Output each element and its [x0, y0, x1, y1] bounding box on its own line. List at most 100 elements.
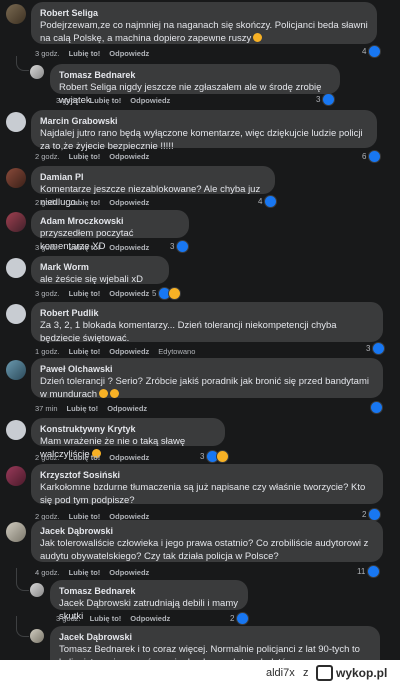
- like-reaction-icon: [264, 195, 278, 208]
- comment-author[interactable]: Adam Mroczkowski: [40, 215, 180, 227]
- haha-reaction-icon: [216, 450, 230, 463]
- comment-text: ale żeście się wjebali xD: [40, 274, 143, 285]
- timestamp[interactable]: 3 godz.: [56, 614, 81, 623]
- avatar[interactable]: [6, 4, 26, 24]
- like-reaction-icon: [368, 45, 382, 58]
- comment-text: Karkołomne bzdurne tłumaczenia są już na…: [40, 482, 366, 506]
- avatar[interactable]: [30, 583, 44, 597]
- comment: Robert Seliga Podejrzewam,ze co najmniej…: [0, 0, 400, 64]
- timestamp[interactable]: 3 godz.: [35, 49, 60, 58]
- timestamp[interactable]: 2 godz.: [35, 198, 60, 207]
- comment-actions: 3 godz. Lubię to! Odpowiedz: [35, 49, 149, 58]
- comment-author[interactable]: Konstruktywny Krytyk: [40, 423, 216, 435]
- reply-button[interactable]: Odpowiedz: [109, 289, 149, 298]
- thread-line: [16, 56, 29, 71]
- like-reaction-icon: [368, 150, 382, 163]
- avatar[interactable]: [6, 304, 26, 324]
- comment-author[interactable]: Jacek Dąbrowski: [59, 631, 371, 643]
- timestamp[interactable]: 37 min: [35, 404, 58, 413]
- like-button[interactable]: Lubię to!: [69, 152, 101, 161]
- reply-button[interactable]: Odpowiedz: [109, 152, 149, 161]
- like-button[interactable]: Lubię to!: [90, 96, 122, 105]
- avatar[interactable]: [30, 629, 44, 643]
- comment-bubble: Jacek Dąbrowski Jak tolerowaliście człow…: [31, 520, 383, 562]
- comment-author[interactable]: Krzysztof Sosiński: [40, 469, 374, 481]
- comment-bubble: Krzysztof Sosiński Karkołomne bzdurne tł…: [31, 464, 383, 506]
- comment-author[interactable]: Tomasz Bednarek: [59, 585, 239, 597]
- avatar[interactable]: [6, 522, 26, 542]
- like-reaction-icon: [236, 612, 250, 625]
- comment: Marcin Grabowski Najdalej jutro rano będ…: [0, 110, 400, 165]
- reply-button[interactable]: Odpowiedz: [109, 243, 149, 252]
- like-button[interactable]: Lubię to!: [90, 614, 122, 623]
- thread-line: [16, 616, 29, 637]
- comment-author[interactable]: Mark Worm: [40, 261, 160, 273]
- avatar[interactable]: [30, 65, 44, 79]
- reply-button[interactable]: Odpowiedz: [109, 49, 149, 58]
- comment: Adam Mroczkowski przyszedłem poczytać ko…: [0, 210, 400, 253]
- comment-reply: Jacek Dąbrowski Tomasz Bednarek i to cor…: [0, 616, 400, 660]
- like-reaction-icon: [372, 342, 386, 355]
- avatar[interactable]: [6, 258, 26, 278]
- comment-author[interactable]: Robert Pudlik: [40, 307, 374, 319]
- reaction-count[interactable]: 4: [258, 195, 278, 208]
- like-button[interactable]: Lubię to!: [69, 347, 101, 356]
- reaction-count[interactable]: 3: [366, 342, 386, 355]
- comment: Robert Pudlik Za 3, 2, 1 blokada komenta…: [0, 302, 400, 358]
- reaction-count[interactable]: 4: [362, 45, 382, 58]
- like-button[interactable]: Lubię to!: [69, 243, 101, 252]
- reply-button[interactable]: Odpowiedz: [109, 347, 149, 356]
- timestamp[interactable]: 3 godz.: [35, 289, 60, 298]
- timestamp[interactable]: 4 godz.: [35, 568, 60, 577]
- reply-button[interactable]: Odpowiedz: [109, 453, 149, 462]
- like-button[interactable]: Lubię to!: [69, 49, 101, 58]
- avatar[interactable]: [6, 168, 26, 188]
- comment-author[interactable]: Marcin Grabowski: [40, 115, 368, 127]
- avatar[interactable]: [6, 466, 26, 486]
- reaction-count[interactable]: 3: [200, 450, 230, 463]
- reaction-count[interactable]: 5: [152, 287, 182, 300]
- reaction-count[interactable]: 2: [230, 612, 250, 625]
- timestamp[interactable]: 1 godz.: [35, 347, 60, 356]
- reaction-count[interactable]: 11: [357, 565, 381, 578]
- avatar[interactable]: [6, 420, 26, 440]
- comment-bubble: Tomasz Bednarek Robert Seliga nigdy jesz…: [50, 64, 340, 106]
- avatar[interactable]: [6, 112, 26, 132]
- timestamp[interactable]: 3 godz.: [56, 96, 81, 105]
- reply-button[interactable]: Odpowiedz: [109, 568, 149, 577]
- edited-label[interactable]: Edytowano: [158, 347, 195, 356]
- reply-button[interactable]: Odpowiedz: [130, 614, 170, 623]
- comment-author[interactable]: Paweł Olchawski: [40, 363, 374, 375]
- avatar[interactable]: [6, 360, 26, 380]
- reaction-count[interactable]: 6: [362, 150, 382, 163]
- comment-actions: 4 godz. Lubię to! Odpowiedz: [35, 568, 149, 577]
- like-button[interactable]: Lubię to!: [69, 453, 101, 462]
- reply-button[interactable]: Odpowiedz: [107, 404, 147, 413]
- like-button[interactable]: Lubię to!: [67, 404, 99, 413]
- reaction-count[interactable]: 3: [316, 93, 336, 106]
- comment-author[interactable]: Robert Seliga: [40, 7, 368, 19]
- like-reaction-icon: [367, 565, 381, 578]
- timestamp[interactable]: 3 godz.: [35, 243, 60, 252]
- comment: Konstruktywny Krytyk Mam wrażenie że nie…: [0, 418, 400, 463]
- like-button[interactable]: Lubię to!: [69, 198, 101, 207]
- comment-actions: 3 godz. Lubię to! Odpowiedz: [35, 289, 149, 298]
- comment-author[interactable]: Jacek Dąbrowski: [40, 525, 374, 537]
- comment-author[interactable]: Tomasz Bednarek: [59, 69, 331, 81]
- avatar[interactable]: [6, 212, 26, 232]
- like-reaction-icon: [322, 93, 336, 106]
- comment-text: Dzień tolerancji ? Serio? Zróbcie jakiś …: [40, 376, 369, 400]
- reply-button[interactable]: Odpowiedz: [130, 96, 170, 105]
- reaction-count[interactable]: 3: [170, 240, 190, 253]
- timestamp[interactable]: 2 godz.: [35, 152, 60, 161]
- like-button[interactable]: Lubię to!: [69, 568, 101, 577]
- reply-button[interactable]: Odpowiedz: [109, 198, 149, 207]
- comment-author[interactable]: Damian Pl: [40, 171, 266, 183]
- like-button[interactable]: Lubię to!: [69, 289, 101, 298]
- comment-text: Tomasz Bednarek i to coraz więcej. Norma…: [59, 644, 360, 660]
- comment-bubble: Mark Worm ale żeście się wjebali xD: [31, 256, 169, 285]
- reaction-count[interactable]: [370, 401, 383, 414]
- comment-actions: 3 godz. Lubię to! Odpowiedz: [35, 243, 149, 252]
- comment-bubble: Tomasz Bednarek Jacek Dąbrowski zatrudni…: [50, 580, 248, 622]
- timestamp[interactable]: 2 godz.: [35, 453, 60, 462]
